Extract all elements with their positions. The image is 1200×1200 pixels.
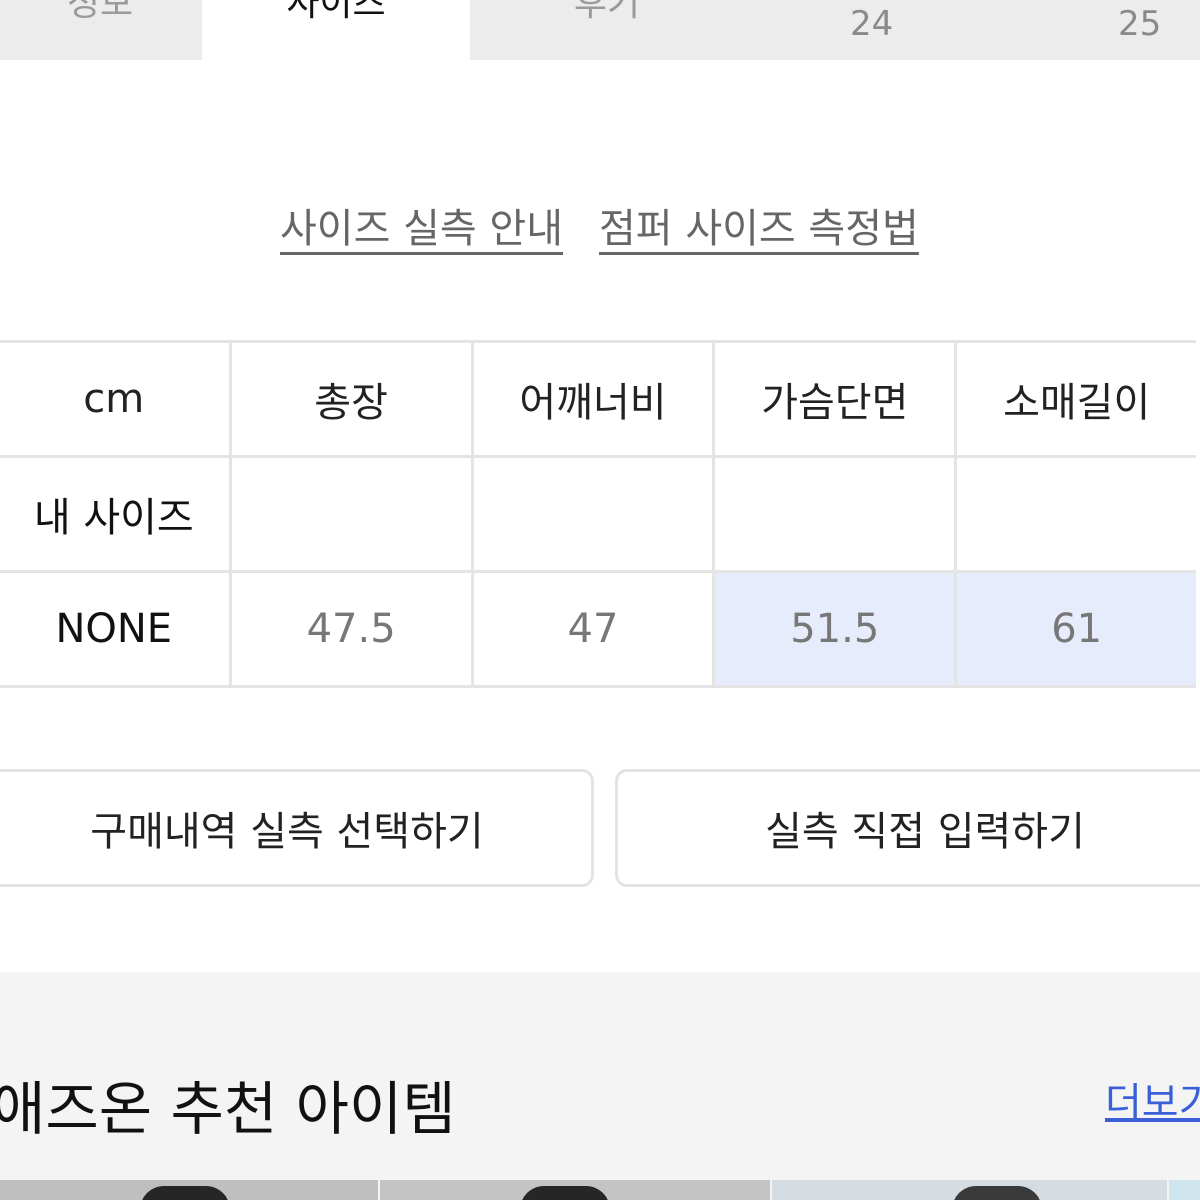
my-size-label: 내 사이즈 — [0, 455, 229, 570]
tab-review-label: 후기 — [573, 0, 641, 24]
size-table: cm 총장 어깨너비 가슴단면 소매길이 내 사이즈 NONE 47.5 47 … — [0, 340, 1196, 688]
table-header-chest: 가슴단면 — [712, 340, 955, 455]
product-thumbnail[interactable] — [772, 1180, 1167, 1200]
my-size-cell — [470, 455, 713, 570]
model-image — [140, 1186, 230, 1200]
size-guide-link[interactable]: 사이즈 실측 안내 — [280, 196, 563, 254]
model-image — [952, 1186, 1042, 1200]
table-header-length: 총장 — [228, 340, 471, 455]
my-size-cell — [712, 455, 955, 570]
value-chest: 51.5 — [712, 570, 955, 688]
product-thumbnail[interactable] — [380, 1180, 770, 1200]
enter-manually-button[interactable]: 실측 직접 입력하기 — [615, 769, 1200, 887]
my-size-row: 내 사이즈 — [0, 455, 1196, 570]
tab-count: 25 — [1118, 4, 1162, 44]
tab-review[interactable]: 후기 — [472, 0, 742, 60]
recommendation-thumbnails — [0, 1180, 1200, 1200]
size-row-label: NONE — [0, 570, 229, 688]
select-from-purchase-button[interactable]: 구매내역 실측 선택하기 — [0, 769, 594, 887]
value-shoulder: 47 — [470, 570, 713, 688]
tab-info[interactable]: 정보 — [0, 0, 200, 60]
measure-guide-link[interactable]: 점퍼 사이즈 측정법 — [599, 196, 919, 254]
tab-size-label: 사이즈 — [286, 0, 386, 24]
table-header-shoulder: 어깨너비 — [470, 340, 713, 455]
product-thumbnail[interactable] — [0, 1180, 378, 1200]
my-size-cell — [954, 455, 1196, 570]
table-row: NONE 47.5 47 51.5 61 — [0, 570, 1196, 688]
table-header-unit: cm — [0, 340, 229, 455]
table-header-sleeve: 소매길이 — [954, 340, 1196, 455]
model-image — [520, 1186, 610, 1200]
tab-bar: 정보 사이즈 후기 24 25 — [0, 0, 1200, 60]
recommendation-title: 애즈온 추천 아이템 — [0, 1075, 456, 1143]
size-guide-links: 사이즈 실측 안내 점퍼 사이즈 측정법 — [0, 196, 1200, 256]
tab-count: 24 — [850, 4, 894, 44]
table-header-row: cm 총장 어깨너비 가슴단면 소매길이 — [0, 340, 1196, 455]
recommendation-section: 애즈온 추천 아이템 더보기 — [0, 972, 1200, 1200]
value-length: 47.5 — [228, 570, 471, 688]
more-link[interactable]: 더보기 — [1105, 1070, 1200, 1128]
value-sleeve: 61 — [954, 570, 1196, 688]
product-thumbnail[interactable] — [1169, 1180, 1200, 1200]
tab-size[interactable]: 사이즈 — [202, 0, 470, 60]
tab-info-label: 정보 — [66, 0, 134, 24]
my-size-cell — [228, 455, 471, 570]
